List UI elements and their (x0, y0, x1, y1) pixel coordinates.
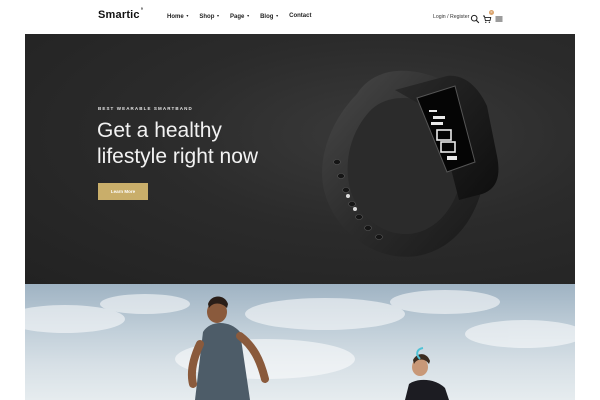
hero-eyebrow: BEST WEARABLE SMARTBAND (98, 106, 193, 111)
smartband-product-image (322, 70, 499, 257)
logo-mark: ° (140, 8, 144, 14)
nav-label: Contact (289, 13, 312, 19)
runners-photo (25, 290, 575, 400)
nav-item-shop[interactable]: Shop ▾ (199, 13, 219, 20)
menu-icon[interactable] (494, 11, 504, 22)
chevron-down-icon: ▾ (217, 13, 220, 18)
chevron-down-icon: ▾ (186, 13, 189, 18)
chevron-down-icon: ▾ (247, 13, 250, 18)
search-icon[interactable] (470, 11, 480, 24)
hero-banner: BEST WEARABLE SMARTBAND Get a healthy li… (25, 34, 575, 284)
site-header: Smartic° Home ▾ Shop ▾ Page ▾ Blog ▾ Con… (0, 0, 600, 34)
nav-label: Shop (199, 14, 215, 20)
logo[interactable]: Smartic° (98, 8, 144, 21)
nav-label: Blog (260, 14, 274, 20)
login-register-link[interactable]: Login / Register (433, 14, 469, 20)
hero-title-line-1: Get a healthy (97, 119, 222, 142)
lifestyle-image-banner (25, 284, 575, 400)
hero-title: Get a healthy lifestyle right now (97, 118, 287, 170)
nav-item-home[interactable]: Home ▾ (167, 13, 188, 20)
nav-item-page[interactable]: Page ▾ (230, 13, 249, 20)
main-nav: Home ▾ Shop ▾ Page ▾ Blog ▾ Contact (167, 13, 311, 20)
nav-item-blog[interactable]: Blog ▾ (260, 13, 278, 20)
nav-item-contact[interactable]: Contact (289, 13, 311, 20)
nav-label: Page (230, 14, 245, 20)
chevron-down-icon: ▾ (276, 13, 279, 18)
logo-text: Smartic (98, 9, 140, 21)
hero-title-line-2: lifestyle right now (97, 145, 259, 168)
nav-label: Home (167, 14, 184, 20)
learn-more-button[interactable]: Learn More (98, 183, 148, 200)
